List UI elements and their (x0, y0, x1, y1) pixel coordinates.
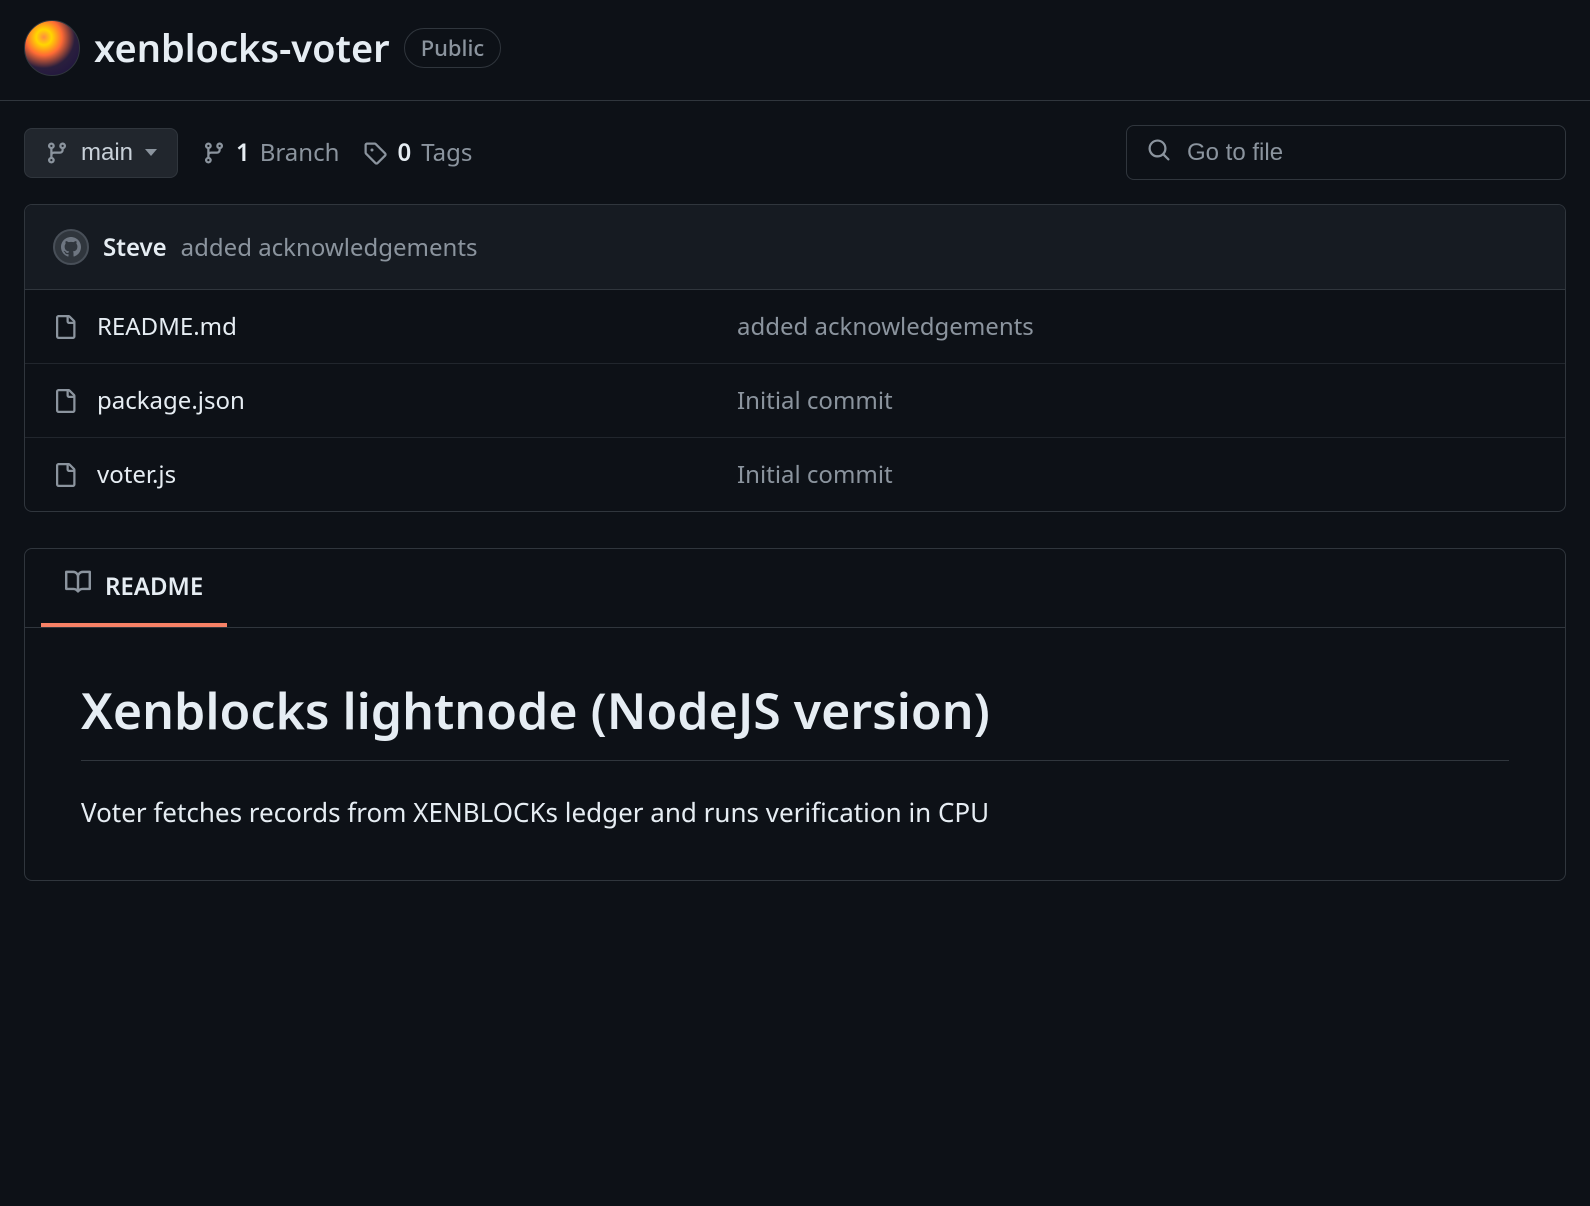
file-row[interactable]: package.json Initial commit (25, 364, 1565, 438)
branches-link[interactable]: 1 Branch (202, 136, 339, 169)
go-to-file-search[interactable] (1126, 125, 1566, 180)
repo-header: xenblocks-voter Public (0, 0, 1590, 101)
file-row[interactable]: voter.js Initial commit (25, 438, 1565, 511)
readme-content: Xenblocks lightnode (NodeJS version) Vot… (25, 628, 1565, 880)
latest-commit-row[interactable]: Steve added acknowledgements (25, 205, 1565, 290)
file-name[interactable]: voter.js (97, 458, 717, 491)
tags-count: 0 (397, 136, 411, 169)
file-icon (53, 389, 77, 413)
visibility-badge: Public (404, 28, 502, 68)
readme-container: README Xenblocks lightnode (NodeJS versi… (24, 548, 1566, 881)
caret-down-icon (145, 149, 157, 156)
commit-author-name[interactable]: Steve (103, 231, 167, 264)
git-branch-icon (202, 141, 226, 165)
file-commit-message[interactable]: Initial commit (737, 384, 893, 417)
file-commit-message[interactable]: Initial commit (737, 458, 893, 491)
commit-author-avatar[interactable] (53, 229, 89, 265)
file-listing: Steve added acknowledgements README.md ad… (24, 204, 1566, 512)
readme-tab-label: README (105, 570, 203, 603)
owner-avatar[interactable] (24, 20, 80, 76)
branch-name: main (81, 139, 133, 167)
readme-tab[interactable]: README (41, 549, 227, 627)
file-row[interactable]: README.md added acknowledgements (25, 290, 1565, 364)
readme-tabs: README (25, 549, 1565, 628)
file-name[interactable]: README.md (97, 310, 717, 343)
repo-name[interactable]: xenblocks-voter (94, 22, 390, 74)
commit-message[interactable]: added acknowledgements (181, 231, 478, 264)
git-branch-icon (45, 141, 69, 165)
branch-select-button[interactable]: main (24, 128, 178, 178)
book-icon (65, 569, 91, 603)
tag-icon (363, 141, 387, 165)
readme-description: Voter fetches records from XENBLOCKs led… (81, 793, 1509, 832)
repo-toolbar: main 1 Branch 0 Tags (0, 101, 1590, 204)
file-icon (53, 463, 77, 487)
branches-count: 1 (236, 136, 250, 169)
branches-label: Branch (260, 136, 340, 169)
tags-label: Tags (421, 136, 472, 169)
file-commit-message[interactable]: added acknowledgements (737, 310, 1034, 343)
file-name[interactable]: package.json (97, 384, 717, 417)
search-icon (1147, 138, 1171, 167)
file-icon (53, 315, 77, 339)
tags-link[interactable]: 0 Tags (363, 136, 472, 169)
readme-title: Xenblocks lightnode (NodeJS version) (81, 676, 1509, 761)
file-search-input[interactable] (1187, 139, 1545, 167)
